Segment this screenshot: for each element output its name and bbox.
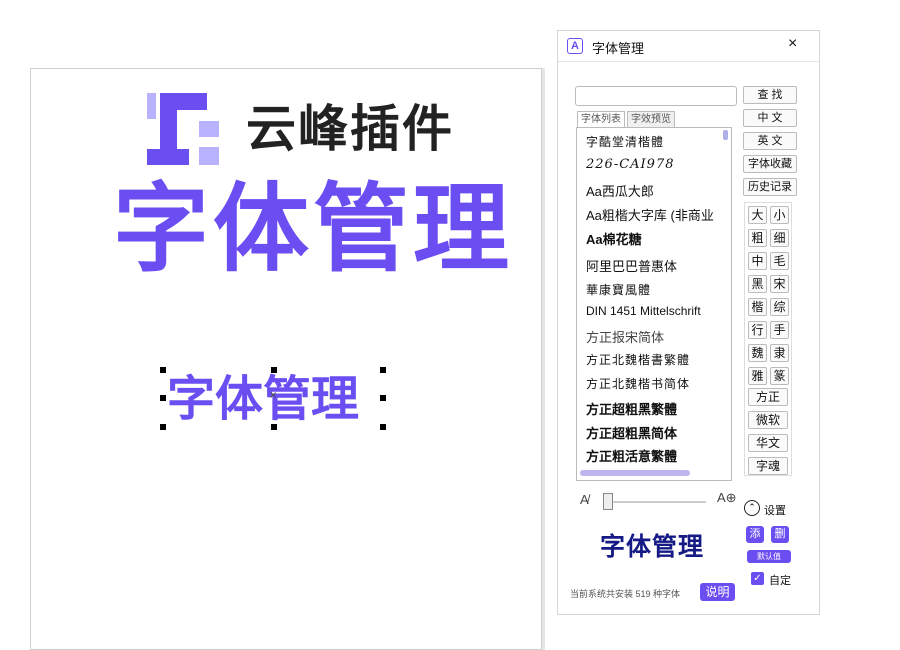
panel-title: 字体管理 [592, 41, 645, 56]
zoom-in-icon[interactable]: A⊕ [717, 490, 737, 506]
help-button[interactable]: 说明 [700, 583, 735, 601]
close-icon[interactable]: × [788, 35, 797, 53]
filter-button[interactable]: 雅 [748, 367, 767, 385]
filter-button[interactable]: 方正 [748, 388, 788, 406]
filter-button[interactable]: 毛 [770, 252, 789, 270]
list-item[interactable]: Aa西瓜大郎 [586, 181, 654, 200]
filter-button[interactable]: 隶 [770, 344, 789, 362]
list-item[interactable]: 方正北魏楷書繁體 [586, 351, 690, 368]
filter-button[interactable]: 粗 [748, 229, 767, 247]
filter-button[interactable]: 魏 [748, 344, 767, 362]
filter-button[interactable]: 细 [770, 229, 789, 247]
horizontal-scrollbar[interactable] [580, 470, 690, 476]
filter-button[interactable]: 华文 [748, 434, 788, 452]
chinese-button[interactable]: 中 文 [743, 109, 797, 127]
list-item[interactable]: DIN 1451 Mittelschrift [586, 304, 701, 318]
settings-label[interactable]: 设置 [764, 502, 786, 518]
selection-handle-ml[interactable] [160, 395, 166, 401]
vertical-scrollbar[interactable] [723, 130, 728, 140]
filter-button[interactable]: 黑 [748, 275, 767, 293]
filter-button[interactable]: 中 [748, 252, 767, 270]
list-item[interactable]: Aa棉花糖 [586, 229, 642, 248]
filter-button[interactable]: 微软 [748, 411, 788, 429]
list-item[interactable]: Aa粗楷大字库 (非商业 [586, 205, 714, 224]
tab-effect-preview[interactable]: 字效预览 [627, 111, 675, 128]
zoom-out-icon[interactable]: A̸ [580, 492, 589, 507]
chevron-up-icon[interactable]: ⌃ [744, 500, 760, 516]
custom-checkbox[interactable]: ✓ [751, 572, 764, 585]
filter-button[interactable]: 综 [770, 298, 789, 316]
panel-titlebar: A 字体管理 × [558, 31, 819, 62]
filter-button[interactable]: 大 [748, 206, 767, 224]
selection-handle-tl[interactable] [160, 367, 166, 373]
favorites-button[interactable]: 字体收藏 [743, 155, 797, 173]
document-canvas: 云峰插件 字体管理 字体管理 × [30, 68, 542, 650]
list-item[interactable]: 字酷堂清楷體 [586, 133, 664, 150]
filter-button[interactable]: 行 [748, 321, 767, 339]
font-list[interactable]: 字酷堂清楷體 226-CAI978 Aa西瓜大郎 Aa粗楷大字库 (非商业 Aa… [576, 127, 732, 481]
list-item[interactable]: 阿里巴巴普惠体 [586, 256, 677, 275]
english-button[interactable]: 英 文 [743, 132, 797, 150]
selected-text-object[interactable]: 字体管理 [167, 367, 359, 431]
yunfeng-logo-icon [147, 93, 219, 165]
font-manager-panel: A 字体管理 × 查 找 中 文 英 文 字体收藏 历史记录 字体列表 字效预览… [557, 30, 820, 615]
default-button[interactable]: 默认值 [747, 550, 791, 563]
tab-font-list[interactable]: 字体列表 [577, 111, 625, 128]
delete-button[interactable]: 删 [771, 526, 789, 543]
search-input[interactable] [575, 86, 737, 106]
list-item[interactable]: 方正北魏楷书简体 [586, 375, 690, 392]
filter-button[interactable]: 宋 [770, 275, 789, 293]
selection-handle-tm[interactable] [271, 367, 277, 373]
selection-handle-bl[interactable] [160, 424, 166, 430]
selection-handle-mr[interactable] [380, 395, 386, 401]
custom-label: 自定 [769, 575, 791, 587]
size-slider-track[interactable] [604, 501, 706, 503]
add-button[interactable]: 添 [746, 526, 764, 543]
font-preview: 字体管理 [600, 533, 705, 561]
status-text: 当前系统共安装 519 种字体 [570, 589, 681, 599]
filter-button[interactable]: 篆 [770, 367, 789, 385]
filter-button[interactable]: 小 [770, 206, 789, 224]
selection-handle-bm[interactable] [271, 424, 277, 430]
selection-center-icon: × [269, 390, 278, 401]
filter-button[interactable]: 楷 [748, 298, 767, 316]
selection-handle-tr[interactable] [380, 367, 386, 373]
font-app-icon: A [567, 38, 583, 54]
list-item[interactable]: 方正报宋简体 [586, 327, 664, 346]
list-item[interactable]: 226-CAI978 [586, 157, 675, 172]
size-slider-thumb[interactable] [603, 493, 613, 510]
brand-name: 云峰插件 [246, 100, 454, 158]
list-item[interactable]: 方正超粗黑简体 [586, 423, 677, 442]
history-button[interactable]: 历史记录 [743, 178, 797, 196]
list-item[interactable]: 方正粗活意繁體 [586, 446, 677, 465]
selection-handle-br[interactable] [380, 424, 386, 430]
filter-button[interactable]: 字魂 [748, 457, 788, 475]
filter-button[interactable]: 手 [770, 321, 789, 339]
list-item[interactable]: 方正超粗黑繁體 [586, 399, 677, 418]
hero-title: 字体管理 [113, 173, 513, 285]
list-item[interactable]: 華康寶風體 [586, 281, 651, 298]
find-button[interactable]: 查 找 [743, 86, 797, 104]
